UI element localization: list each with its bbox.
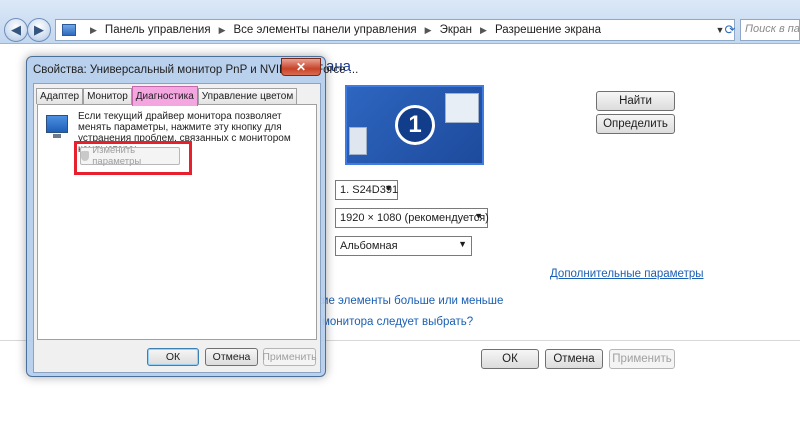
ok-button[interactable]: ОК	[481, 349, 539, 369]
forward-button[interactable]: ▶	[27, 18, 51, 42]
cancel-button[interactable]: Отмена	[545, 349, 603, 369]
dialog-body: Адаптер Монитор Диагностика Управление ц…	[33, 83, 321, 373]
arrow-left-icon: ◀	[11, 22, 21, 37]
tab-color-management[interactable]: Управление цветом	[197, 88, 298, 104]
tab-diagnostics[interactable]: Диагностика	[131, 86, 198, 106]
orientation-select-value: Альбомная	[340, 240, 398, 252]
highlight-box	[74, 141, 192, 175]
dialog-apply-button[interactable]: Применить	[262, 348, 317, 366]
arrow-right-icon: ▶	[34, 22, 44, 37]
identify-button[interactable]: Определить	[596, 114, 675, 134]
text-size-link[interactable]: кие элементы больше или меньше	[317, 295, 503, 307]
breadcrumb-separator-icon: ▶	[90, 24, 97, 35]
which-monitor-link[interactable]: монитора следует выбрать?	[322, 316, 473, 328]
chevron-down-icon: ▼	[458, 239, 467, 249]
monitor-properties-dialog: Свойства: Универсальный монитор PnP и NV…	[26, 56, 358, 377]
back-button[interactable]: ◀	[4, 18, 28, 42]
find-button[interactable]: Найти	[596, 91, 675, 111]
breadcrumb-resolution[interactable]: Разрешение экрана	[495, 24, 601, 36]
dialog-ok-button[interactable]: ОК	[147, 348, 199, 366]
monitor-number-badge: 1	[395, 105, 435, 145]
monitor-icon	[46, 115, 68, 138]
tab-monitor[interactable]: Монитор	[83, 88, 132, 104]
control-panel-icon	[62, 24, 76, 36]
breadcrumb-all-items[interactable]: Все элементы панели управления	[234, 24, 417, 36]
monitor-preview[interactable]: 1	[345, 85, 484, 165]
breadcrumb-separator-icon: ▶	[218, 24, 226, 35]
apply-button[interactable]: Применить	[609, 349, 675, 369]
diagnostics-panel: Если текущий драйвер монитора позволяет …	[37, 104, 317, 340]
explorer-toolbar: ◀ ▶ ▶ Панель управления ▶ Все элементы п…	[0, 0, 800, 44]
resolution-select[interactable]: 1920 × 1080 (рекомендуется) ▼	[335, 208, 489, 228]
close-icon: ✕	[295, 60, 307, 74]
breadcrumb-separator-icon: ▶	[424, 24, 432, 35]
resolution-select-value: 1920 × 1080 (рекомендуется)	[340, 212, 489, 224]
breadcrumb-separator-icon: ▶	[480, 24, 487, 35]
breadcrumb-display[interactable]: Экран	[440, 24, 472, 36]
tab-adapter[interactable]: Адаптер	[36, 88, 84, 104]
address-bar[interactable]: ▶ Панель управления ▶ Все элементы панел…	[55, 19, 735, 41]
display-select[interactable]: 1. S24D391 ▼	[335, 180, 398, 200]
window-thumbnail-icon	[445, 93, 479, 123]
advanced-settings-link[interactable]: Дополнительные параметры	[550, 268, 704, 280]
close-button[interactable]: ✕	[281, 58, 321, 76]
search-input[interactable]: Поиск в панели	[740, 19, 800, 41]
tab-bar: Адаптер Монитор Диагностика Управление ц…	[36, 86, 298, 106]
window-thumbnail-icon	[349, 127, 367, 155]
dialog-cancel-button[interactable]: Отмена	[205, 348, 258, 366]
chevron-down-icon: ▼	[474, 211, 483, 221]
chevron-down-icon: ▼	[384, 183, 393, 193]
breadcrumb-control-panel[interactable]: Панель управления	[105, 24, 211, 36]
orientation-select[interactable]: Альбомная ▼	[335, 236, 472, 256]
refresh-icon[interactable]: ⟳	[720, 19, 740, 41]
